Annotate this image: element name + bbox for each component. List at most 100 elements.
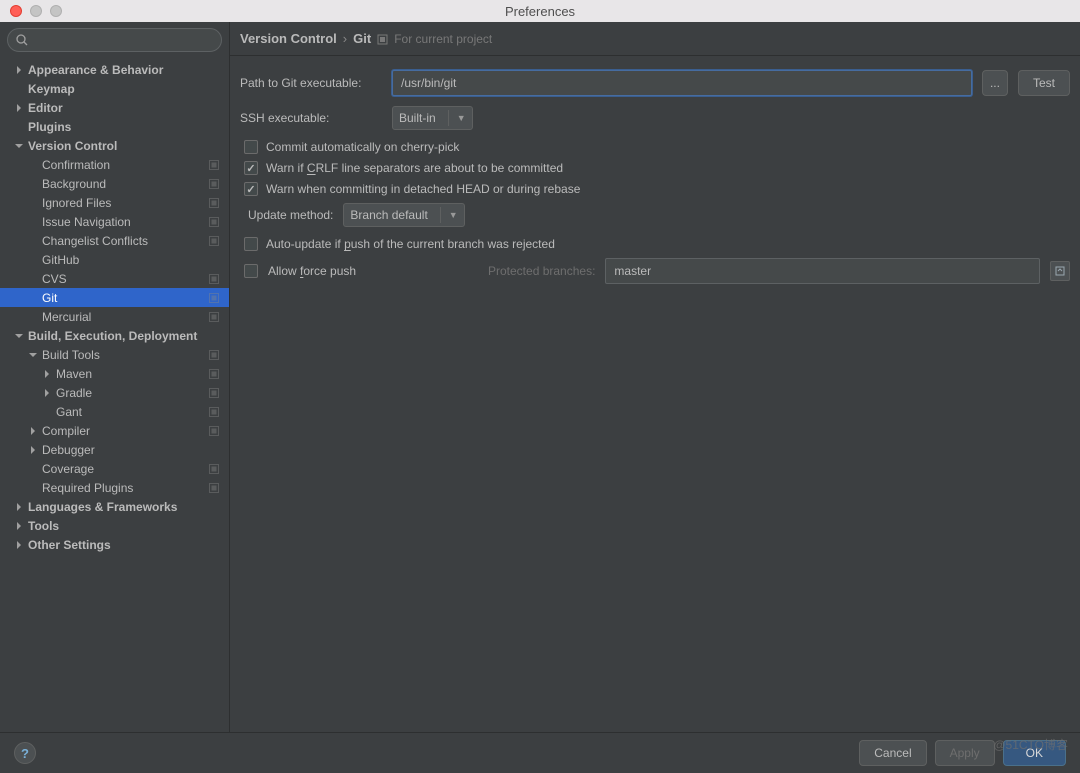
sidebar-item[interactable]: Editor	[0, 98, 229, 117]
ssh-select[interactable]: Built-in ▼	[392, 106, 473, 130]
arrow-spacer	[28, 274, 38, 284]
warn-crlf-checkbox[interactable]	[244, 161, 258, 175]
search-input[interactable]	[7, 28, 222, 52]
sidebar-item[interactable]: Background	[0, 174, 229, 193]
sidebar-item[interactable]: Git	[0, 288, 229, 307]
sidebar-item[interactable]: Other Settings	[0, 535, 229, 554]
breadcrumb-part: Git	[353, 31, 371, 46]
expand-icon	[1054, 265, 1066, 277]
tree-arrow-icon	[42, 388, 52, 398]
auto-update-push-checkbox[interactable]	[244, 237, 258, 251]
project-scope-icon	[209, 463, 219, 473]
sidebar-item-label: Languages & Frameworks	[28, 500, 177, 514]
arrow-spacer	[28, 198, 38, 208]
project-scope-icon	[209, 273, 219, 283]
sidebar-item[interactable]: Build Tools	[0, 345, 229, 364]
breadcrumb-separator: ›	[343, 31, 347, 46]
sidebar-item[interactable]: Plugins	[0, 117, 229, 136]
git-path-input[interactable]	[392, 70, 972, 96]
allow-force-push-checkbox[interactable]	[244, 264, 258, 278]
sidebar-item[interactable]: Gradle	[0, 383, 229, 402]
arrow-spacer	[28, 179, 38, 189]
sidebar-item[interactable]: Changelist Conflicts	[0, 231, 229, 250]
project-scope-icon	[209, 159, 219, 169]
path-label: Path to Git executable:	[240, 76, 382, 90]
arrow-spacer	[28, 464, 38, 474]
sidebar-item[interactable]: Gant	[0, 402, 229, 421]
update-method-select[interactable]: Branch default ▼	[343, 203, 464, 227]
update-method-label: Update method:	[248, 208, 333, 222]
project-scope-icon	[209, 311, 219, 321]
arrow-spacer	[28, 217, 38, 227]
arrow-spacer	[28, 293, 38, 303]
test-button[interactable]: Test	[1018, 70, 1070, 96]
browse-button[interactable]: ...	[982, 70, 1008, 96]
tree-arrow-icon	[14, 141, 24, 151]
sidebar-item[interactable]: Mercurial	[0, 307, 229, 326]
zoom-window-button[interactable]	[50, 5, 62, 17]
sidebar-item[interactable]: Version Control	[0, 136, 229, 155]
minimize-window-button[interactable]	[30, 5, 42, 17]
sidebar-item[interactable]: GitHub	[0, 250, 229, 269]
sidebar-item[interactable]: CVS	[0, 269, 229, 288]
help-button[interactable]: ?	[14, 742, 36, 764]
protected-branches-label: Protected branches:	[488, 264, 595, 278]
sidebar-item-label: Debugger	[42, 443, 95, 457]
checkbox-label: Commit automatically on cherry-pick	[266, 140, 459, 154]
breadcrumb-part: Version Control	[240, 31, 337, 46]
commit-auto-cherrypick-checkbox[interactable]	[244, 140, 258, 154]
sidebar-item-label: Issue Navigation	[42, 215, 131, 229]
preferences-sidebar: Appearance & BehaviorKeymap Editor Plugins…	[0, 22, 230, 732]
sidebar-item-label: Changelist Conflicts	[42, 234, 148, 248]
apply-button[interactable]: Apply	[935, 740, 995, 766]
update-method-value: Branch default	[350, 208, 427, 222]
tree-arrow-icon	[28, 426, 38, 436]
checkbox-label: Auto-update if push of the current branc…	[266, 237, 555, 251]
ok-button[interactable]: OK	[1003, 740, 1066, 766]
tree-arrow-icon	[42, 369, 52, 379]
sidebar-item[interactable]: Tools	[0, 516, 229, 535]
chevron-down-icon: ▼	[457, 113, 466, 123]
ssh-value: Built-in	[399, 111, 436, 125]
sidebar-item-label: Editor	[28, 101, 63, 115]
sidebar-item[interactable]: Keymap	[0, 79, 229, 98]
ssh-label: SSH executable:	[240, 111, 382, 125]
settings-tree[interactable]: Appearance & BehaviorKeymap Editor Plugins…	[0, 58, 229, 732]
expand-field-button[interactable]	[1050, 261, 1070, 281]
tree-arrow-icon	[14, 502, 24, 512]
protected-branches-input[interactable]	[605, 258, 1040, 284]
sidebar-item[interactable]: Debugger	[0, 440, 229, 459]
sidebar-item[interactable]: Maven	[0, 364, 229, 383]
tree-arrow-icon	[14, 540, 24, 550]
tree-arrow-icon	[14, 65, 24, 75]
sidebar-item-label: Mercurial	[42, 310, 91, 324]
project-scope-icon	[209, 425, 219, 435]
tree-arrow-icon	[28, 350, 38, 360]
sidebar-item-label: Required Plugins	[42, 481, 133, 495]
project-scope-icon	[209, 197, 219, 207]
sidebar-item-label: Ignored Files	[42, 196, 111, 210]
arrow-spacer	[28, 255, 38, 265]
sidebar-item-label: Build, Execution, Deployment	[28, 329, 197, 343]
sidebar-item[interactable]: Ignored Files	[0, 193, 229, 212]
project-scope-icon	[209, 292, 219, 302]
sidebar-item-label: Background	[42, 177, 106, 191]
sidebar-item[interactable]: Appearance & Behavior	[0, 60, 229, 79]
close-window-button[interactable]	[10, 5, 22, 17]
sidebar-item-label: Build Tools	[42, 348, 100, 362]
sidebar-item[interactable]: Required Plugins	[0, 478, 229, 497]
sidebar-item[interactable]: Compiler	[0, 421, 229, 440]
tree-arrow-icon	[14, 521, 24, 531]
sidebar-item[interactable]: Build, Execution, Deployment	[0, 326, 229, 345]
project-scope-icon	[209, 178, 219, 188]
sidebar-item[interactable]: Languages & Frameworks	[0, 497, 229, 516]
arrow-spacer	[42, 407, 52, 417]
project-scope-icon	[209, 216, 219, 226]
sidebar-item[interactable]: Confirmation	[0, 155, 229, 174]
sidebar-item-label: Gradle	[56, 386, 92, 400]
sidebar-item-label: Compiler	[42, 424, 90, 438]
warn-detached-checkbox[interactable]	[244, 182, 258, 196]
sidebar-item[interactable]: Coverage	[0, 459, 229, 478]
sidebar-item[interactable]: Issue Navigation	[0, 212, 229, 231]
cancel-button[interactable]: Cancel	[859, 740, 926, 766]
